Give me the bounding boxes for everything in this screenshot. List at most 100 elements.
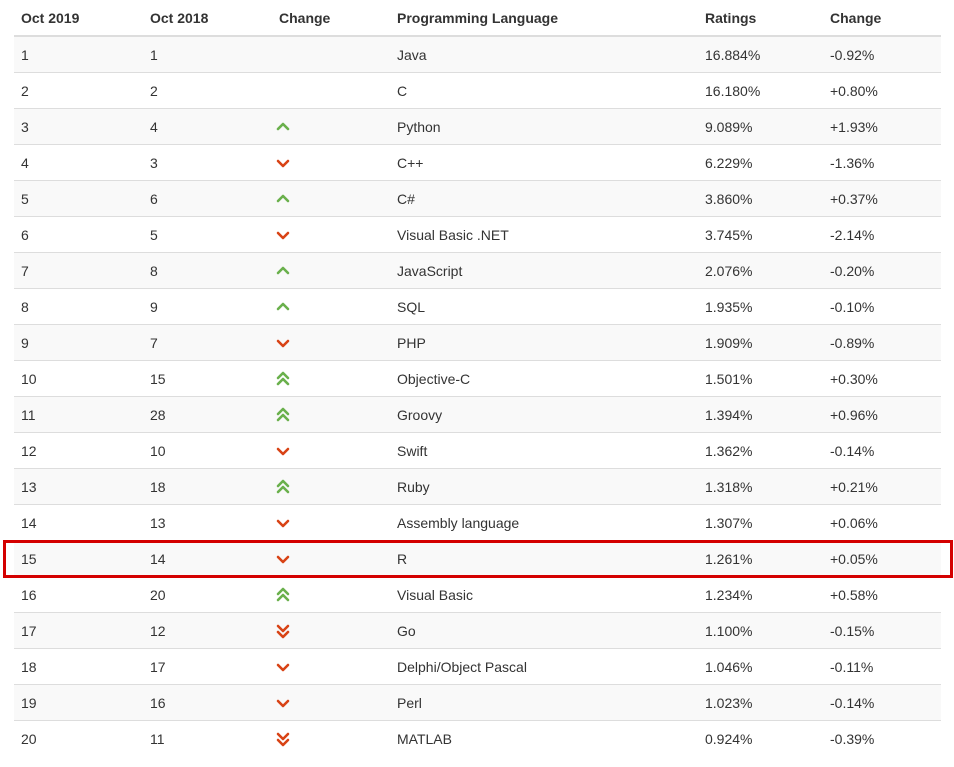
- change-arrow-cell: [272, 612, 390, 649]
- rank-2018-cell: 12: [143, 612, 272, 649]
- arrow-down-icon: [275, 335, 291, 351]
- arrow-up-icon: [275, 119, 291, 135]
- rating-change-cell: +1.93%: [823, 108, 941, 145]
- language-cell: Java: [390, 35, 698, 73]
- rating-change-cell: -0.11%: [823, 648, 941, 685]
- rank-2019-cell: 13: [14, 468, 143, 505]
- change-arrow-cell: [272, 144, 390, 181]
- rating-change-cell: -0.14%: [823, 684, 941, 721]
- arrow-down-icon: [275, 659, 291, 675]
- rank-2019-cell: 1: [14, 35, 143, 73]
- change-arrow-cell: [272, 504, 390, 541]
- language-cell: Assembly language: [390, 504, 698, 541]
- rating-change-cell: +0.21%: [823, 468, 941, 505]
- double-arrow-up-icon: [275, 587, 291, 603]
- rank-2019-cell: 3: [14, 108, 143, 145]
- rating-change-cell: -0.39%: [823, 720, 941, 756]
- change-arrow-cell: [272, 720, 390, 756]
- arrow-down-icon: [275, 227, 291, 243]
- double-arrow-up-icon: [275, 407, 291, 423]
- language-cell: C: [390, 72, 698, 109]
- rating-change-cell: +0.96%: [823, 396, 941, 433]
- rank-2019-cell: 15: [14, 540, 143, 577]
- rank-2019-cell: 10: [14, 360, 143, 397]
- table-row: 7 8 JavaScript 2.076% -0.20%: [14, 252, 941, 289]
- rating-cell: 1.501%: [698, 360, 823, 397]
- rating-cell: 1.362%: [698, 432, 823, 469]
- rating-cell: 16.884%: [698, 35, 823, 73]
- header-language[interactable]: Programming Language: [390, 0, 698, 37]
- rank-2018-cell: 13: [143, 504, 272, 541]
- rating-change-cell: +0.05%: [823, 540, 941, 577]
- rating-cell: 1.234%: [698, 576, 823, 613]
- rank-2018-cell: 10: [143, 432, 272, 469]
- rating-cell: 3.860%: [698, 180, 823, 217]
- rating-cell: 2.076%: [698, 252, 823, 289]
- rating-change-cell: -1.36%: [823, 144, 941, 181]
- change-arrow-cell: [272, 324, 390, 361]
- double-arrow-down-icon: [275, 731, 291, 747]
- table-row: 11 28 Groovy 1.394% +0.96%: [14, 396, 941, 433]
- rating-change-cell: +0.06%: [823, 504, 941, 541]
- table-row: 18 17 Delphi/Object Pascal 1.046% -0.11%: [14, 648, 941, 685]
- rank-2019-cell: 7: [14, 252, 143, 289]
- header-rank-current[interactable]: Oct 2019: [14, 0, 143, 37]
- change-arrow-cell: [272, 72, 390, 109]
- rank-2019-cell: 20: [14, 720, 143, 756]
- language-cell: Go: [390, 612, 698, 649]
- rating-change-cell: -0.92%: [823, 35, 941, 73]
- double-arrow-up-icon: [275, 371, 291, 387]
- language-cell: Visual Basic .NET: [390, 216, 698, 253]
- rating-change-cell: +0.80%: [823, 72, 941, 109]
- table-row-highlighted: 15 14 R 1.261% +0.05%: [14, 540, 941, 577]
- rank-2019-cell: 16: [14, 576, 143, 613]
- rank-2019-cell: 8: [14, 288, 143, 325]
- header-rank-change[interactable]: Change: [272, 0, 390, 37]
- table-row: 14 13 Assembly language 1.307% +0.06%: [14, 504, 941, 541]
- table-header: Oct 2019 Oct 2018 Change Programming Lan…: [14, 0, 941, 37]
- arrow-down-icon: [275, 443, 291, 459]
- rank-2019-cell: 14: [14, 504, 143, 541]
- rank-2018-cell: 16: [143, 684, 272, 721]
- rating-change-cell: -0.20%: [823, 252, 941, 289]
- rank-2018-cell: 9: [143, 288, 272, 325]
- language-cell: JavaScript: [390, 252, 698, 289]
- rank-2018-cell: 28: [143, 396, 272, 433]
- header-rating-change[interactable]: Change: [823, 0, 941, 37]
- table-row: 17 12 Go 1.100% -0.15%: [14, 612, 941, 649]
- change-arrow-cell: [272, 360, 390, 397]
- change-arrow-cell: [272, 576, 390, 613]
- rank-2019-cell: 17: [14, 612, 143, 649]
- header-row: Oct 2019 Oct 2018 Change Programming Lan…: [14, 0, 941, 37]
- rank-2018-cell: 15: [143, 360, 272, 397]
- rank-2018-cell: 5: [143, 216, 272, 253]
- rank-2018-cell: 6: [143, 180, 272, 217]
- language-cell: Objective-C: [390, 360, 698, 397]
- rank-2018-cell: 14: [143, 540, 272, 577]
- table-row: 1 1 Java 16.884% -0.92%: [14, 35, 941, 73]
- language-cell: MATLAB: [390, 720, 698, 756]
- table-row: 4 3 C++ 6.229% -1.36%: [14, 144, 941, 181]
- change-arrow-cell: [272, 288, 390, 325]
- header-ratings[interactable]: Ratings: [698, 0, 823, 37]
- rank-2019-cell: 12: [14, 432, 143, 469]
- rating-change-cell: +0.58%: [823, 576, 941, 613]
- language-cell: Perl: [390, 684, 698, 721]
- rating-change-cell: +0.37%: [823, 180, 941, 217]
- rating-cell: 6.229%: [698, 144, 823, 181]
- rating-change-cell: -2.14%: [823, 216, 941, 253]
- table-row: 16 20 Visual Basic 1.234% +0.58%: [14, 576, 941, 613]
- language-cell: Ruby: [390, 468, 698, 505]
- rating-change-cell: -0.15%: [823, 612, 941, 649]
- rating-change-cell: -0.14%: [823, 432, 941, 469]
- arrow-down-icon: [275, 515, 291, 531]
- language-cell: C#: [390, 180, 698, 217]
- rating-cell: 1.394%: [698, 396, 823, 433]
- header-rank-previous[interactable]: Oct 2018: [143, 0, 272, 37]
- rank-2018-cell: 8: [143, 252, 272, 289]
- table-body: 1 1 Java 16.884% -0.92% 2 2 C 16.180% +0.80% 3 4 Pyt…: [14, 35, 941, 756]
- language-cell: C++: [390, 144, 698, 181]
- rank-2019-cell: 6: [14, 216, 143, 253]
- rating-cell: 1.318%: [698, 468, 823, 505]
- table-row: 2 2 C 16.180% +0.80%: [14, 72, 941, 109]
